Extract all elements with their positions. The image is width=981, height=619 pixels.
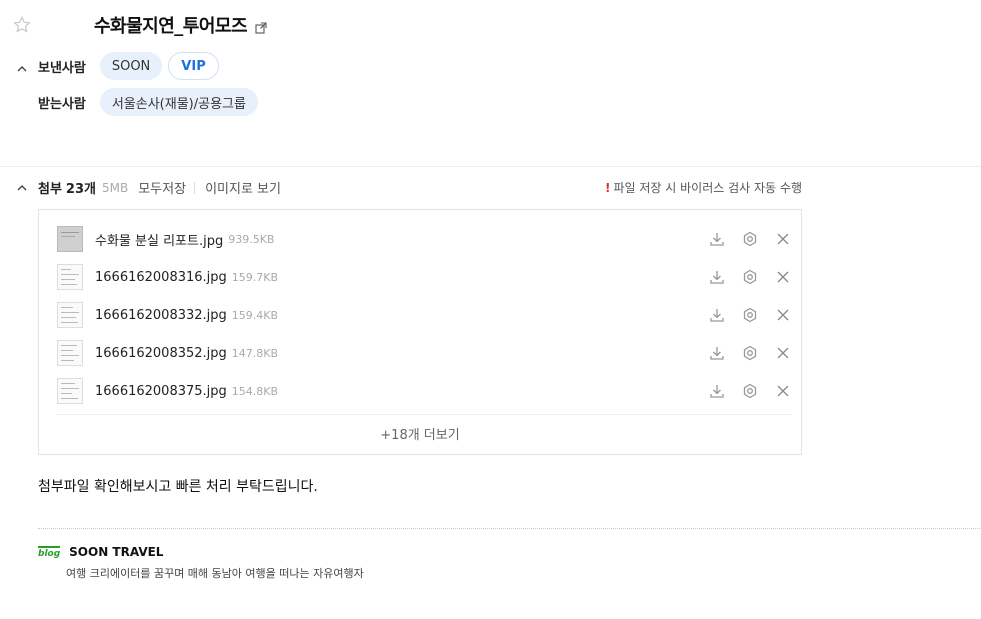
close-icon[interactable] [775,231,791,247]
file-thumbnail [57,378,83,404]
download-icon[interactable] [709,231,725,247]
view-as-images-link[interactable]: 이미지로 보기 [205,178,281,197]
file-thumbnail [57,226,83,252]
divider [57,414,791,415]
file-size: 939.5KB [228,232,275,246]
download-icon[interactable] [709,269,725,285]
chevron-up-icon[interactable] [16,182,28,194]
file-name[interactable]: 1666162008375.jpg [95,384,227,399]
file-name[interactable]: 1666162008332.jpg [95,308,227,323]
mail-body-text: 첨부파일 확인해보시고 빠른 처리 부탁드립니다. [38,479,318,495]
file-thumbnail [57,264,83,290]
file-name[interactable]: 1666162008316.jpg [95,270,227,285]
attachment-item[interactable]: 1666162008332.jpg 159.4KB [57,299,791,331]
close-icon[interactable] [775,345,791,361]
divider [0,166,981,167]
sender-label: 보낸사람 [38,60,86,76]
close-icon[interactable] [775,307,791,323]
attachment-item[interactable]: 1666162008316.jpg 159.7KB [57,261,791,293]
download-icon[interactable] [709,307,725,323]
close-icon[interactable] [775,383,791,399]
signature-name[interactable]: SOON TRAVEL [69,545,163,559]
mail-subject: 수화물지연_투어모즈 [94,16,248,37]
scan-icon[interactable] [742,307,758,323]
attachments-list: 수화물 분실 리포트.jpg 939.5KB 1666162008316.jpg… [38,209,802,455]
sender-chip[interactable]: SOON [99,52,163,80]
file-actions [692,231,791,247]
file-name[interactable]: 1666162008352.jpg [95,346,227,361]
sender-row: 보낸사람 SOON VIP [16,52,225,80]
attachment-item[interactable]: 1666162008375.jpg 154.8KB [57,375,791,407]
file-thumbnail [57,340,83,366]
vip-chip[interactable]: VIP [168,52,219,80]
signature-divider [38,528,981,529]
file-size: 159.7KB [231,270,279,284]
file-actions [692,307,791,323]
attachment-item[interactable]: 수화물 분실 리포트.jpg 939.5KB [57,223,791,255]
scan-icon[interactable] [742,269,758,285]
separator [194,181,196,194]
receiver-label: 받는사람 [38,96,86,112]
signature: blog SOON TRAVEL 여행 크리에이터를 꿈꾸며 매해 동남아 여행… [38,545,364,581]
scan-icon[interactable] [742,383,758,399]
attachment-item[interactable]: 1666162008352.jpg 147.8KB [57,337,791,369]
receiver-row: 받는사람 서울손사(재물)/공용그룹 [16,88,264,116]
file-size: 147.8KB [231,346,279,360]
close-icon[interactable] [775,269,791,285]
file-actions [692,383,791,399]
attachments-title: 첨부 [38,182,62,197]
file-thumbnail [57,302,83,328]
chevron-up-icon[interactable] [16,60,28,72]
receiver-chip[interactable]: 서울손사(재물)/공용그룹 [99,88,258,116]
save-all-link[interactable]: 모두저장 [138,178,186,197]
attachments-header: 첨부 23개 5MB 모두저장 이미지로 보기 ! 파일 저장 시 바이러스 검… [16,178,802,197]
signature-description: 여행 크리에이터를 꿈꾸며 매해 동남아 여행을 떠나는 자유여행자 [66,567,364,580]
external-link-icon[interactable] [255,19,267,34]
virus-scan-notice-text: 파일 저장 시 바이러스 검사 자동 수행 [613,181,803,195]
attachments-count: 23개 [65,182,96,197]
blog-logo[interactable]: blog [38,545,61,559]
scan-icon[interactable] [742,345,758,361]
mail-header: 수화물지연_투어모즈 [12,12,267,38]
alert-icon: ! [605,180,611,195]
virus-scan-notice: ! 파일 저장 시 바이러스 검사 자동 수행 [605,179,802,196]
attachments-size: 5MB [101,180,129,195]
signature-header: blog SOON TRAVEL [38,545,364,559]
file-size: 159.4KB [231,308,279,322]
file-actions [692,269,791,285]
download-icon[interactable] [709,383,725,399]
file-name[interactable]: 수화물 분실 리포트.jpg [95,230,223,249]
file-size: 154.8KB [231,384,279,398]
mail-view: 수화물지연_투어모즈 보낸사람 SOON VIP 받는사람 서울손사(재물)/공… [0,0,981,619]
star-icon[interactable] [12,15,32,35]
file-actions [692,345,791,361]
download-icon[interactable] [709,345,725,361]
show-more-button[interactable]: +18개 더보기 [39,424,801,443]
scan-icon[interactable] [742,231,758,247]
